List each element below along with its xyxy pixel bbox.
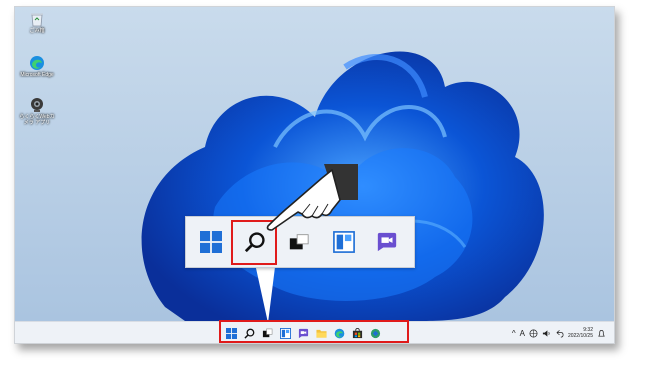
undo-icon[interactable] xyxy=(555,329,564,338)
desktop-icon-label: らくらくWebカメラ アプリ xyxy=(19,114,55,126)
ime-indicator[interactable]: A xyxy=(520,329,525,338)
desktop-icon-recycle-bin[interactable]: ごみ箱 xyxy=(17,11,57,34)
edge-icon xyxy=(30,56,44,70)
speaker-icon[interactable] xyxy=(542,329,551,338)
callout-start-icon xyxy=(198,229,224,255)
notification-icon[interactable] xyxy=(597,329,606,338)
taskbar-highlight-box xyxy=(219,320,409,343)
pointing-hand-icon xyxy=(266,164,358,231)
desktop-icon-label: ごみ箱 xyxy=(29,28,45,34)
network-icon[interactable] xyxy=(529,329,538,338)
desktop-icon-webcam-app[interactable]: らくらくWebカメラ アプリ xyxy=(17,97,57,126)
start-icon xyxy=(200,231,222,253)
tray-overflow-chevron[interactable]: ^ xyxy=(512,329,516,338)
recycle-bin-icon xyxy=(31,13,43,27)
chat-icon xyxy=(377,232,397,252)
desktop-icon-edge[interactable]: Microsoft Edge xyxy=(17,55,57,78)
callout-chat-icon xyxy=(374,229,400,255)
webcam-app-icon xyxy=(31,98,43,112)
desktop-icon-label: Microsoft Edge xyxy=(20,72,54,78)
callout-pointer xyxy=(254,259,276,323)
clock[interactable]: 9:32 2022/10/25 xyxy=(568,327,593,339)
system-tray: ^ A 9:32 2022/10/25 xyxy=(512,325,606,341)
clock-date: 2022/10/25 xyxy=(567,333,593,339)
